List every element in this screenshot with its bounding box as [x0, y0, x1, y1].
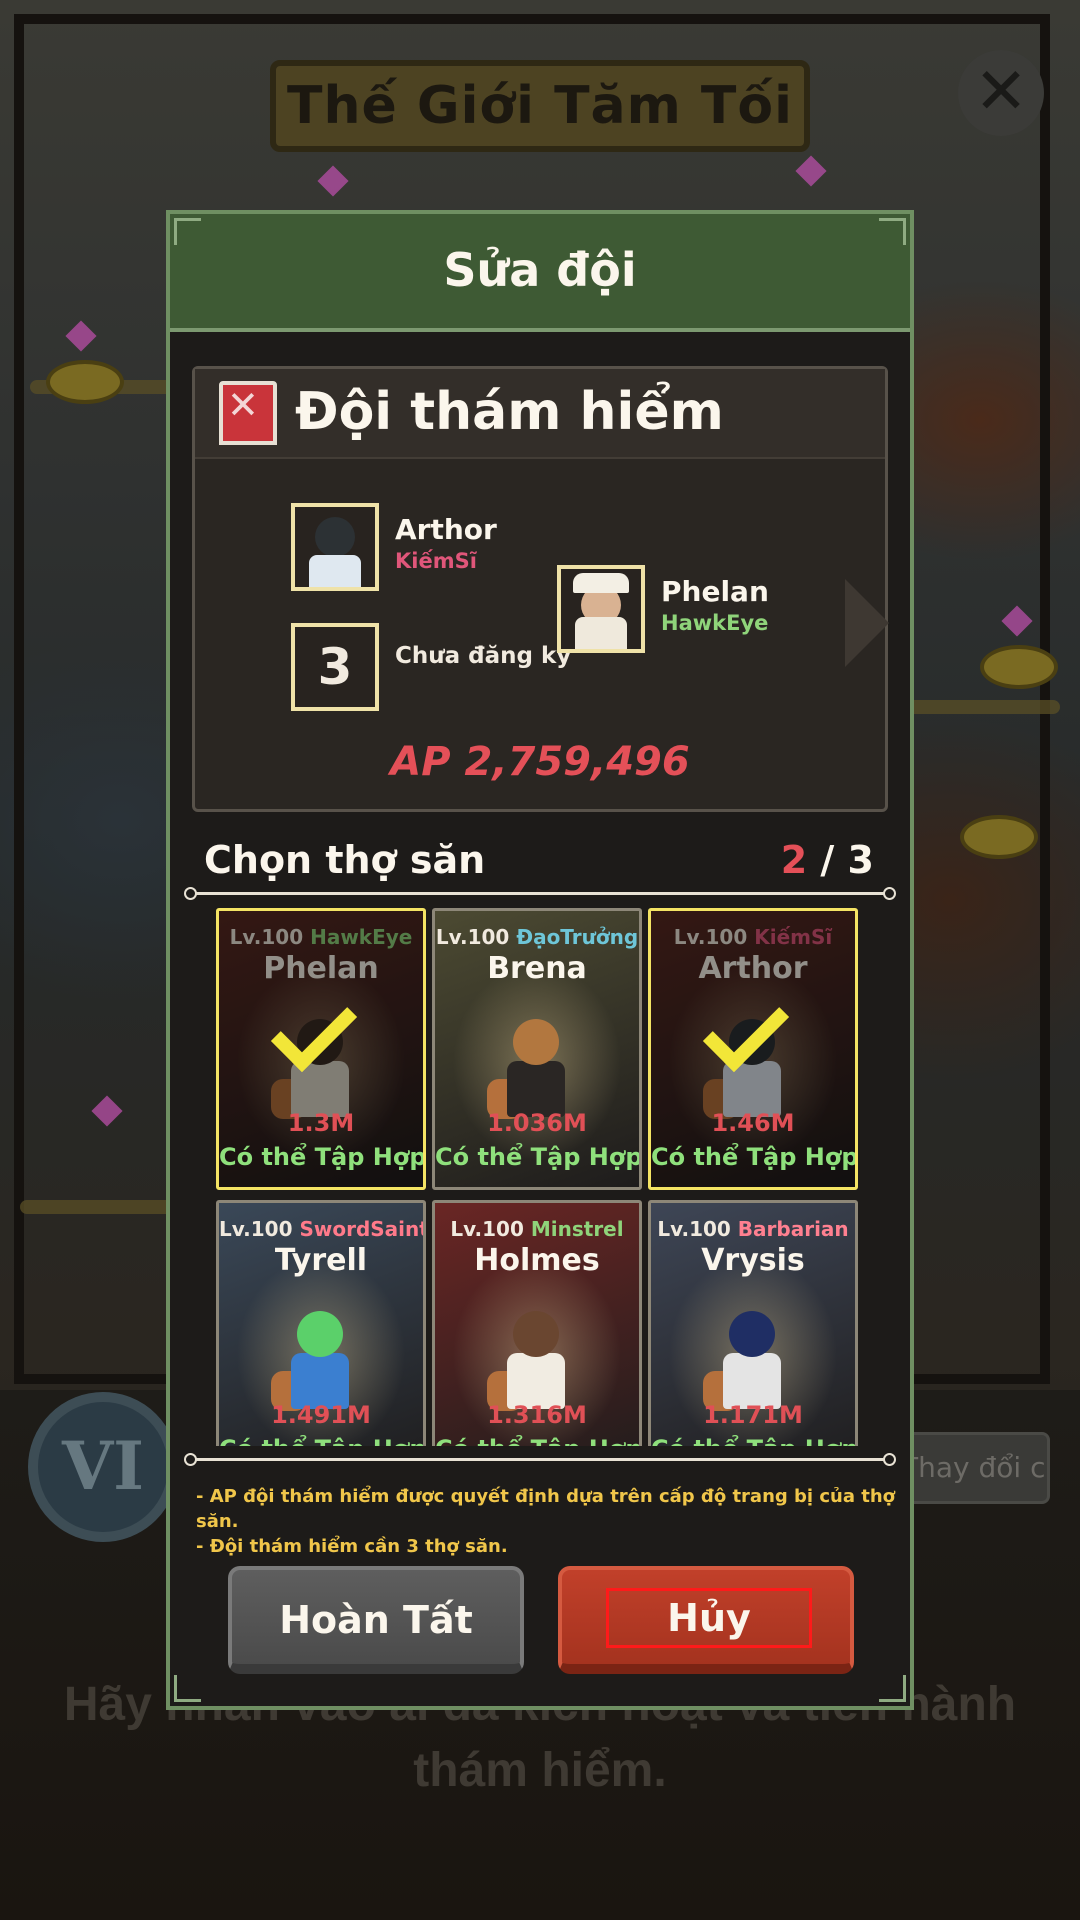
corner-ornament [174, 218, 201, 245]
team-name: Đội thám hiểm [295, 382, 724, 442]
cancel-button[interactable]: Hủy [558, 1566, 854, 1674]
corner-ornament [879, 218, 906, 245]
hunter-ap: 1.3M [287, 1109, 355, 1137]
hunter-class: ĐạoTrưởng [516, 925, 639, 949]
hunter-card[interactable]: Lv.100 ĐạoTrưởng Brena 1.036M Có thể Tập Hợ… [432, 908, 642, 1190]
hunter-ap: 1.171M [703, 1401, 803, 1429]
hunter-sprite-head [297, 1311, 343, 1357]
hunter-ap: 1.036M [487, 1109, 587, 1137]
team-notes: - AP đội thám hiểm được quyết định dựa t… [196, 1484, 896, 1559]
hunter-sprite-head [513, 1019, 559, 1065]
member-slot-arthor[interactable] [291, 503, 379, 591]
hunter-class: Barbarian [737, 1217, 849, 1241]
selected-count: 2 / 3 [780, 838, 874, 882]
team-flag-icon: ✕ [219, 381, 277, 445]
select-hunter-title: Chọn thợ săn [204, 838, 486, 882]
modal-header: Sửa đội [170, 214, 910, 332]
hunter-card[interactable]: Lv.100 SwordSaintTyrell 1.491M Có thể Tập … [216, 1200, 426, 1446]
member-slot-empty[interactable]: 3 [291, 623, 379, 711]
hunter-class: Minstrel [530, 1217, 624, 1241]
hunter-level: Lv.100 Barbarian [657, 1217, 849, 1241]
divider [184, 887, 896, 900]
member-class: HawkEye [661, 611, 769, 635]
hunter-status: Có thể Tập Hợp [219, 1143, 426, 1171]
corner-ornament [174, 1675, 201, 1702]
team-ap: AP 2,759,496 [390, 739, 690, 785]
edit-team-modal: Sửa đội ✕ Đội thám hiểm Arthor KiếmSĩ 3 … [166, 210, 914, 1710]
modal-title: Sửa đội [443, 243, 637, 297]
hunter-status: Có thể Tập Hợp [435, 1435, 639, 1446]
divider [184, 1453, 896, 1466]
hunter-status: Có thể Tập Hợp [651, 1435, 855, 1446]
member-name: Arthor [395, 513, 497, 546]
hunter-level: Lv.100 SwordSaint [219, 1217, 423, 1241]
team-header: ✕ Đội thám hiểm [195, 369, 885, 459]
hunter-card[interactable]: Lv.100 MinstrelHolmes 1.316M Có thể Tập Hợ… [432, 1200, 642, 1446]
chapter-shield-icon[interactable]: VI [28, 1392, 178, 1542]
hunter-ap: 1.491M [271, 1401, 371, 1429]
world-title: Thế Giới Tăm Tối [287, 76, 793, 136]
empty-slot-label: Chưa đăng ký [395, 643, 572, 669]
note-line: - Đội thám hiểm cần 3 thợ săn. [196, 1536, 508, 1557]
member-slot-phelan[interactable] [557, 565, 645, 653]
hunter-name: Tyrell [274, 1243, 368, 1278]
hunter-level: Lv.100 ĐạoTrưởng [435, 925, 639, 949]
slot-number: 3 [317, 638, 353, 696]
cancel-label: Hủy [606, 1588, 812, 1648]
hunter-card[interactable]: Lv.100 HawkEye Phelan 1.3M Có thể Tập Hợp [216, 908, 426, 1190]
hunter-name: Holmes [474, 1243, 600, 1278]
hunter-sprite-head [729, 1311, 775, 1357]
map-stage-node [46, 360, 124, 404]
member-name: Phelan [661, 575, 769, 608]
hunter-card[interactable]: Lv.100 KiếmSĩ Arthor 1.46M Có thể Tập Hợp [648, 908, 858, 1190]
hunter-level: Lv.100 Minstrel [450, 1217, 624, 1241]
corner-ornament [879, 1675, 906, 1702]
hunter-card[interactable]: Lv.100 BarbarianVrysis 1.171M Có thể Tập H… [648, 1200, 858, 1446]
hunter-name: Vrysis [701, 1243, 805, 1278]
next-team-arrow-icon[interactable] [845, 579, 889, 667]
hunter-ap: 1.316M [487, 1401, 587, 1429]
team-panel: ✕ Đội thám hiểm Arthor KiếmSĩ 3 Chưa đăn… [192, 366, 889, 812]
close-icon[interactable]: ✕ [958, 50, 1044, 136]
hunter-class: SwordSaint [299, 1217, 426, 1241]
world-title-banner: Thế Giới Tăm Tối [270, 60, 810, 152]
member-class: KiếmSĩ [395, 549, 477, 573]
hunter-status: Có thể Tập Hợp [219, 1435, 423, 1446]
hunter-ap: 1.46M [711, 1109, 795, 1137]
done-button[interactable]: Hoàn Tất [228, 1566, 524, 1674]
map-stage-node [960, 815, 1038, 859]
hunter-status: Có thể Tập Hợp [435, 1143, 642, 1171]
hunter-grid[interactable]: Lv.100 HawkEye Phelan 1.3M Có thể Tập Hợp Lv… [216, 908, 866, 1446]
hunter-status: Có thể Tập Hợp [651, 1143, 858, 1171]
note-line: - AP đội thám hiểm được quyết định dựa t… [196, 1486, 896, 1532]
hunter-sprite-head [513, 1311, 559, 1357]
hunter-name: Brena [487, 951, 587, 986]
map-stage-node [980, 645, 1058, 689]
